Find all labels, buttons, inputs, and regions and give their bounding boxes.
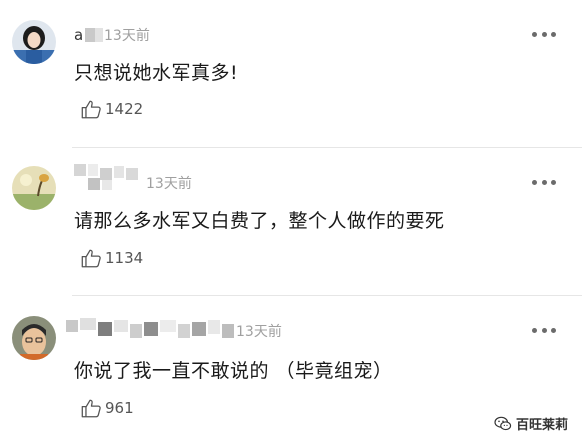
like-count: 1134: [105, 249, 144, 267]
like-count: 961: [105, 399, 134, 417]
like-button[interactable]: 961: [80, 397, 134, 419]
comment-text: 你说了我一直不敢说的 （毕竟组宠）: [74, 360, 393, 382]
thumbs-up-icon: [81, 249, 101, 268]
more-dots-icon: [532, 179, 537, 185]
thumbs-up-icon: [81, 100, 101, 119]
username-blurred: a: [74, 26, 104, 44]
comment-time: 13天前: [146, 176, 192, 192]
like-count: 1422: [105, 100, 144, 118]
avatar[interactable]: [12, 316, 56, 360]
username-visible-char: a: [74, 26, 84, 44]
comment-item: 13天前 请那么多水军又白费了，整个人做作的要死 1134: [0, 148, 582, 296]
more-options-button[interactable]: [532, 326, 556, 334]
like-button[interactable]: 1422: [80, 98, 143, 120]
username-blurred: [74, 164, 140, 192]
more-dots-icon: [532, 327, 537, 333]
comment-time: 13天前: [236, 324, 282, 340]
more-options-button[interactable]: [532, 30, 556, 38]
watermark: 百旺莱莉: [494, 414, 568, 433]
more-options-button[interactable]: [532, 178, 556, 186]
more-dots-icon: [532, 31, 537, 37]
comment-time: 13天前: [104, 28, 150, 44]
like-button[interactable]: 1134: [80, 247, 143, 269]
comment-item: a 13天前 只想说她水军真多! 1422: [0, 0, 582, 148]
thumbs-up-icon: [81, 399, 101, 418]
comment-text: 只想说她水军真多!: [74, 62, 239, 84]
username-blurred: [66, 318, 236, 342]
avatar[interactable]: [12, 166, 56, 210]
comment-text: 请那么多水军又白费了，整个人做作的要死: [74, 210, 445, 232]
avatar[interactable]: [12, 20, 56, 64]
wechat-icon: [494, 416, 512, 430]
watermark-label: 百旺莱莉: [515, 418, 568, 433]
